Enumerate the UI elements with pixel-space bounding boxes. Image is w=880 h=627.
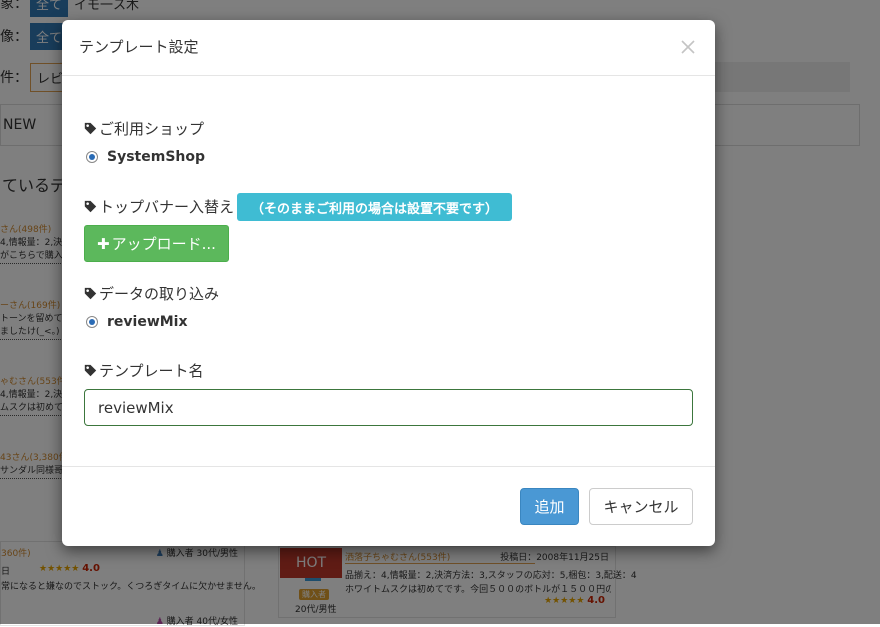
template-name-label-text: テンプレート名	[99, 362, 204, 380]
banner-note-badge: （そのままご利用の場合は設置不要です）	[237, 193, 513, 221]
tag-icon	[84, 122, 97, 135]
shop-radio-option[interactable]: SystemShop	[86, 149, 205, 165]
upload-button[interactable]: ✚ アップロード...	[84, 225, 229, 262]
data-radio-option[interactable]: reviewMix	[86, 314, 188, 330]
shop-label-text: ご利用ショップ	[99, 120, 205, 138]
tag-icon	[84, 364, 97, 377]
data-import-field-label: データの取り込み	[84, 283, 219, 304]
add-button[interactable]: 追加	[520, 488, 579, 525]
plus-icon: ✚	[97, 234, 110, 253]
data-radio-label: reviewMix	[107, 314, 188, 330]
modal-header: テンプレート設定	[62, 20, 715, 76]
banner-label-text: トップバナー入替え	[99, 198, 235, 216]
cancel-button[interactable]: キャンセル	[589, 488, 693, 525]
shop-radio-label: SystemShop	[107, 149, 206, 165]
data-radio[interactable]	[86, 316, 98, 328]
close-icon[interactable]	[676, 35, 700, 59]
data-import-label-text: データの取り込み	[99, 285, 220, 303]
modal-title: テンプレート設定	[79, 38, 199, 56]
template-name-field-label: テンプレート名	[84, 360, 204, 381]
modal-footer: 追加 キャンセル	[62, 466, 715, 547]
upload-button-label: アップロード...	[111, 235, 216, 253]
shop-field-label: ご利用ショップ	[84, 118, 204, 139]
banner-field-label: トップバナー入替え	[84, 196, 234, 217]
template-settings-modal: テンプレート設定 ご利用ショップ SystemShop トップバナー入替え （そ…	[62, 20, 715, 546]
tag-icon	[84, 287, 97, 300]
tag-icon	[84, 200, 97, 213]
template-name-input[interactable]	[84, 389, 693, 426]
shop-radio[interactable]	[86, 151, 98, 163]
